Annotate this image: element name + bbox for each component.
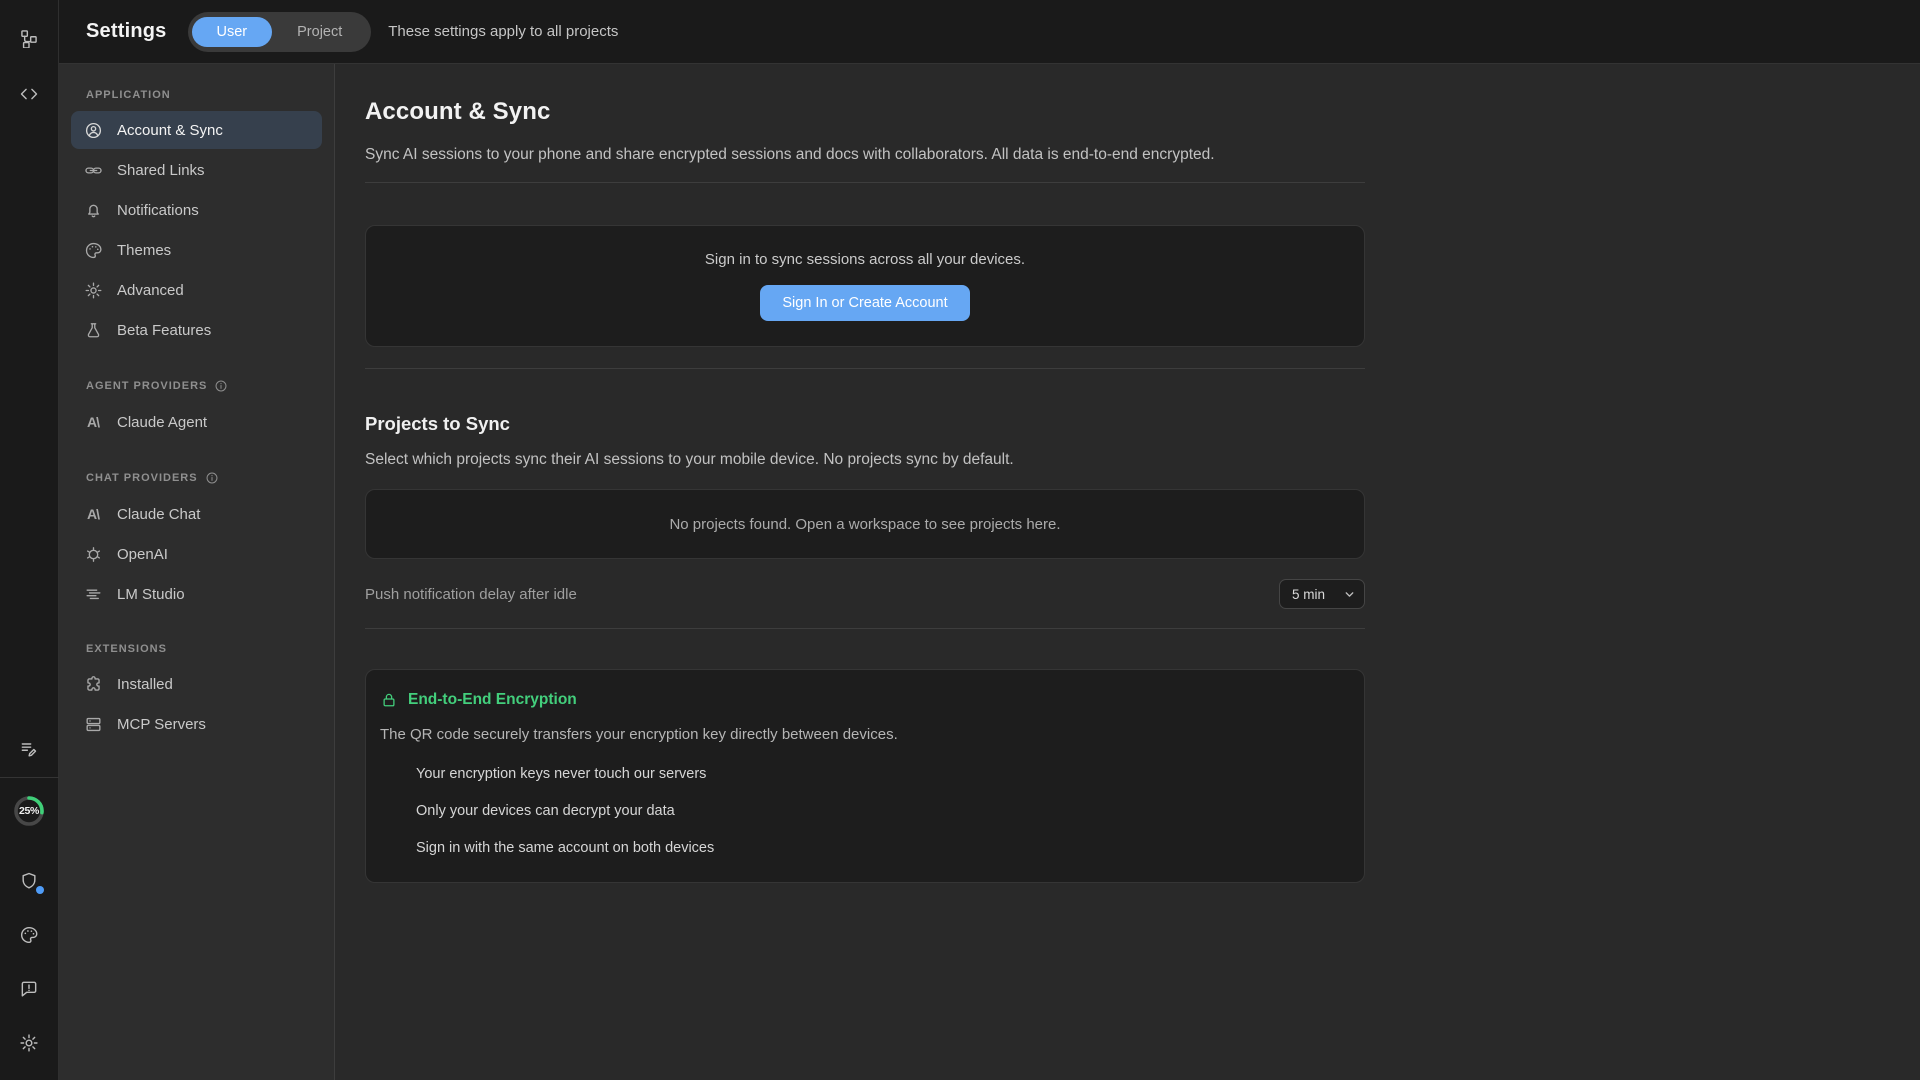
delay-select[interactable]: 5 min [1279,579,1365,609]
sidebar-item-notifications[interactable]: Notifications [71,191,322,229]
encryption-points: Your encryption keys never touch our ser… [416,766,1348,856]
main-panel: Account & Sync Sync AI sessions to your … [335,64,1920,1080]
sidebar-item-themes[interactable]: Themes [71,231,322,269]
feedback-icon[interactable] [18,978,40,1000]
stacked-lines-icon [83,584,103,604]
anthropic-logo-icon: A\ [83,504,103,524]
user-circle-icon [83,120,103,140]
signin-prompt: Sign in to sync sessions across all your… [705,251,1025,268]
lock-icon [380,691,398,709]
delay-label: Push notification delay after idle [365,586,577,603]
page-title: Settings [86,20,167,43]
puzzle-icon [83,674,103,694]
toggle-user-button[interactable]: User [192,17,273,47]
link-icon [83,160,103,180]
signin-button[interactable]: Sign In or Create Account [760,285,969,321]
palette-icon [83,240,103,260]
projects-subtitle: Select which projects sync their AI sess… [365,451,1365,469]
section-extensions: EXTENSIONS [59,643,334,655]
section-chat-providers: CHAT PROVIDERS [59,471,334,485]
gear-icon [83,280,103,300]
section-agent-providers: AGENT PROVIDERS [59,379,334,393]
info-icon[interactable] [214,379,228,393]
settings-sidebar: APPLICATION Account & Sync Shared Links … [59,64,335,1080]
toggle-project-button[interactable]: Project [272,17,367,47]
sidebar-item-openai[interactable]: OpenAI [71,535,322,573]
sidebar-item-advanced[interactable]: Advanced [71,271,322,309]
delay-row: Push notification delay after idle 5 min [365,579,1365,609]
encryption-card: End-to-End Encryption The QR code secure… [365,669,1365,883]
sidebar-item-mcp-servers[interactable]: MCP Servers [71,705,322,743]
header: Settings User Project These settings app… [59,0,1920,64]
edit-list-icon[interactable] [18,738,40,760]
signin-card: Sign in to sync sessions across all your… [365,225,1365,347]
encryption-subtitle: The QR code securely transfers your encr… [380,726,1348,743]
theme-palette-icon[interactable] [18,924,40,946]
activity-rail: 25% [0,0,59,1080]
projects-empty-card: No projects found. Open a workspace to s… [365,489,1365,559]
notification-dot [36,886,44,894]
app-window: 25% Settings User Project Th [0,0,1920,1080]
divider [365,628,1365,629]
projects-title: Projects to Sync [365,413,1365,435]
divider [365,182,1365,183]
openai-logo-icon [83,544,103,564]
section-application: APPLICATION [59,89,334,101]
sidebar-item-claude-agent[interactable]: A\ Claude Agent [71,403,322,441]
sidebar-item-beta-features[interactable]: Beta Features [71,311,322,349]
info-icon[interactable] [205,471,219,485]
bell-icon [83,200,103,220]
workflow-icon[interactable] [18,27,40,49]
scope-toggle: User Project [188,12,372,52]
code-icon[interactable] [18,83,40,105]
encryption-point: Only your devices can decrypt your data [416,803,1348,819]
delay-select-value: 5 min [1292,587,1325,602]
sidebar-item-lm-studio[interactable]: LM Studio [71,575,322,613]
security-shield-icon[interactable] [18,870,40,892]
sidebar-item-claude-chat[interactable]: A\ Claude Chat [71,495,322,533]
rail-divider [0,777,59,778]
anthropic-logo-icon: A\ [83,412,103,432]
sidebar-item-shared-links[interactable]: Shared Links [71,151,322,189]
sidebar-item-account-sync[interactable]: Account & Sync [71,111,322,149]
usage-progress-ring[interactable]: 25% [12,794,46,828]
encryption-title: End-to-End Encryption [408,691,577,709]
encryption-point: Sign in with the same account on both de… [416,840,1348,856]
sidebar-item-installed[interactable]: Installed [71,665,322,703]
header-note: These settings apply to all projects [388,23,618,40]
usage-percent-label: 25% [12,794,46,828]
projects-empty-text: No projects found. Open a workspace to s… [669,516,1060,533]
encryption-point: Your encryption keys never touch our ser… [416,766,1348,782]
server-icon [83,714,103,734]
settings-gear-icon[interactable] [18,1032,40,1054]
section-title: Account & Sync [365,98,1365,126]
section-subtitle: Sync AI sessions to your phone and share… [365,146,1365,164]
divider [365,368,1365,369]
flask-icon [83,320,103,340]
chevron-down-icon [1343,588,1356,601]
